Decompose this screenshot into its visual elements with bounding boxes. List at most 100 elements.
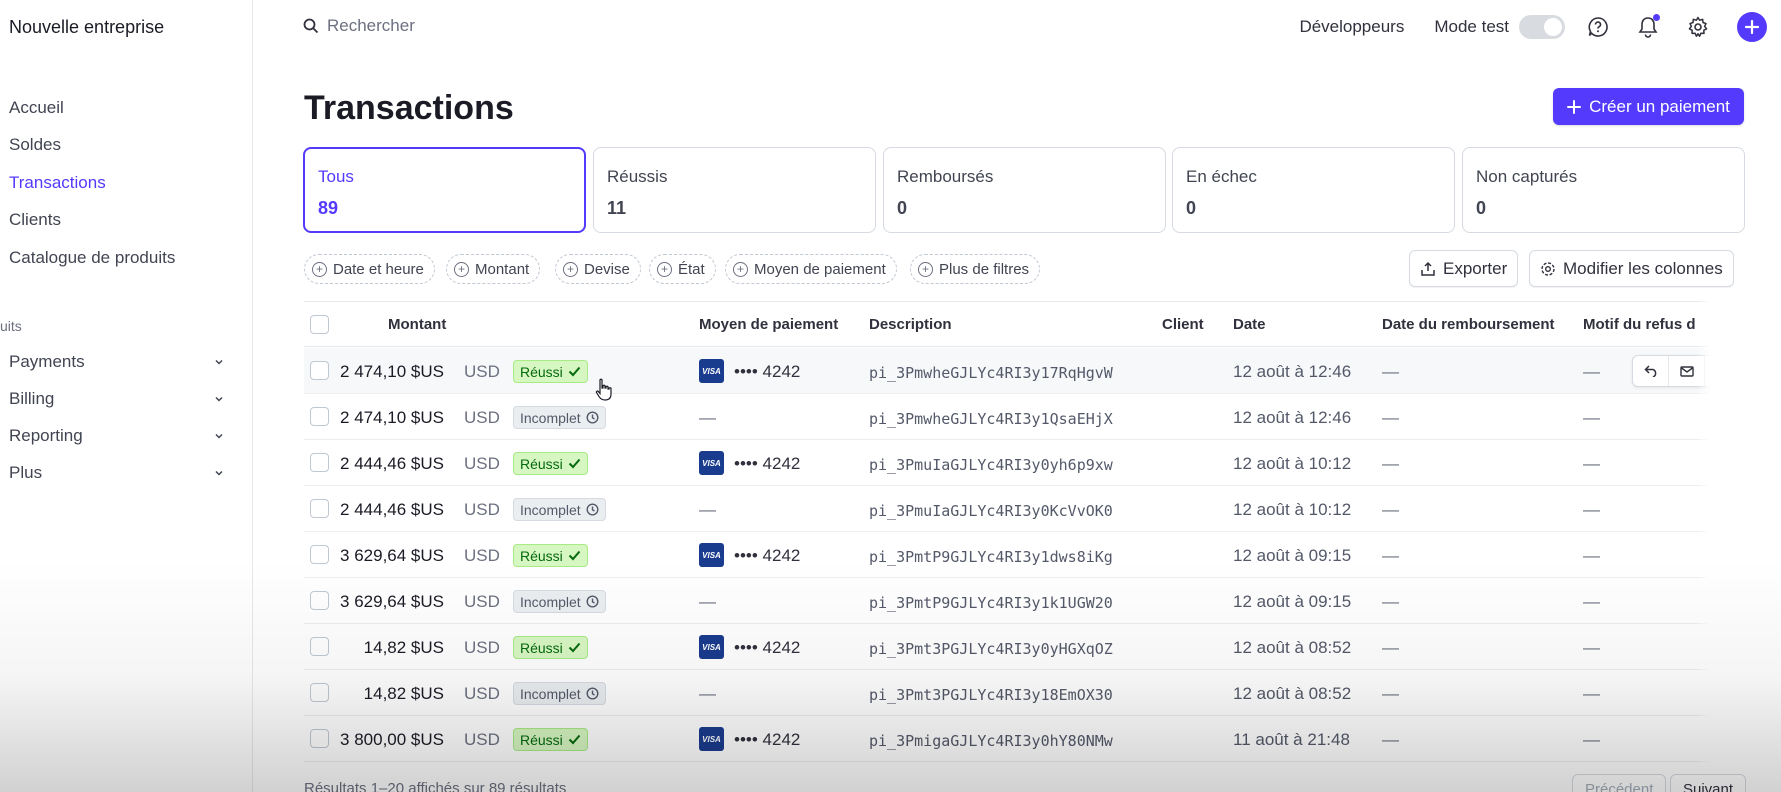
- card-last4: •••• 4242: [734, 362, 801, 381]
- visa-icon: VISA: [699, 451, 724, 475]
- search-input[interactable]: Rechercher: [303, 16, 415, 36]
- refund-date-cell: —: [1382, 730, 1399, 749]
- payment-method-empty: —: [699, 592, 716, 611]
- date-cell: 12 août à 08:52: [1233, 684, 1352, 703]
- currency-cell: USD: [464, 362, 500, 381]
- decline-reason-cell: —: [1583, 730, 1600, 749]
- table-row[interactable]: 2 444,46 $US USD Réussi VISA •••• 4242 pi_3Pm…: [304, 440, 1744, 486]
- select-all-checkbox[interactable]: [310, 315, 329, 334]
- export-button[interactable]: Exporter: [1409, 250, 1519, 287]
- table-row[interactable]: 3 629,64 $US USD Incomplet — pi_3PmtP9GJLYc4…: [304, 578, 1744, 624]
- status-label: Réussi: [520, 639, 563, 656]
- tab-count: 0: [1186, 198, 1197, 218]
- payment-method-empty: —: [699, 408, 716, 427]
- status-label: Incomplet: [520, 593, 581, 610]
- table-row[interactable]: 3 629,64 $US USD Réussi VISA •••• 4242 pi_3Pm…: [304, 532, 1744, 578]
- tab-refunded[interactable]: Remboursés 0: [883, 147, 1166, 233]
- filter-currency[interactable]: + Devise: [555, 254, 641, 284]
- decline-reason-cell: —: [1583, 408, 1600, 427]
- sidebar-item-accueil[interactable]: Accueil: [9, 98, 64, 118]
- column-description[interactable]: Description: [869, 316, 952, 333]
- plus-icon[interactable]: [1737, 12, 1767, 42]
- chevron-down-icon: [215, 470, 223, 476]
- filter-payment-method[interactable]: + Moyen de paiement: [725, 254, 897, 284]
- description-cell: pi_3PmuIaGJLYc4RI3y0yh6p9xw: [869, 456, 1113, 474]
- gear-icon: [1541, 261, 1555, 276]
- payment-method-empty: —: [699, 684, 716, 703]
- developers-link[interactable]: Développeurs: [1299, 17, 1404, 37]
- refund-date-cell: —: [1382, 454, 1399, 473]
- add-circle-icon: +: [657, 261, 672, 277]
- create-payment-button[interactable]: Créer un paiement: [1553, 88, 1744, 125]
- column-decline-reason[interactable]: Motif du refus d: [1583, 316, 1695, 333]
- visa-icon: VISA: [699, 727, 724, 751]
- table-row[interactable]: 14,82 $US USD Incomplet — pi_3Pmt3PGJLYc4RI3…: [304, 670, 1744, 716]
- decline-reason-cell: —: [1583, 638, 1600, 657]
- refund-icon[interactable]: [1633, 356, 1669, 386]
- tab-succeeded[interactable]: Réussis 11: [593, 147, 876, 233]
- description-cell: pi_3PmtP9GJLYc4RI3y1dws8iKg: [869, 548, 1113, 566]
- card-last4: •••• 4242: [734, 454, 801, 473]
- sidebar-item-soldes[interactable]: Soldes: [9, 135, 61, 155]
- column-date[interactable]: Date: [1233, 316, 1266, 333]
- edit-columns-button[interactable]: Modifier les colonnes: [1529, 250, 1734, 287]
- description-cell: pi_3Pmt3PGJLYc4RI3y0yHGXqOZ: [869, 640, 1113, 658]
- currency-cell: USD: [464, 592, 500, 611]
- amount-cell: 3 629,64 $US: [340, 592, 444, 611]
- sidebar-item-label: Reporting: [9, 426, 83, 445]
- tab-label: Remboursés: [897, 167, 994, 186]
- card-last4: •••• 4242: [734, 730, 801, 749]
- company-name[interactable]: Nouvelle entreprise: [9, 17, 164, 38]
- sidebar-item-transactions[interactable]: Transactions: [9, 173, 106, 193]
- check-icon: [568, 734, 581, 745]
- tab-uncaptured[interactable]: Non capturés 0: [1462, 147, 1745, 233]
- decline-reason-cell: —: [1583, 362, 1600, 381]
- filter-amount[interactable]: + Montant: [446, 254, 541, 284]
- description-cell: pi_3PmuIaGJLYc4RI3y0KcVvOK0: [869, 502, 1113, 520]
- test-mode-toggle[interactable]: [1519, 15, 1565, 39]
- sidebar-item-reporting[interactable]: Reporting: [9, 426, 224, 446]
- status-label: Réussi: [520, 731, 563, 748]
- refund-date-cell: —: [1382, 500, 1399, 519]
- help-icon[interactable]: [1587, 16, 1609, 38]
- column-refund-date[interactable]: Date du remboursement: [1382, 316, 1555, 333]
- previous-page-button[interactable]: Précédent: [1572, 774, 1667, 792]
- tab-count: 11: [607, 198, 627, 218]
- export-label: Exporter: [1443, 258, 1508, 278]
- column-amount[interactable]: Montant: [388, 316, 446, 333]
- tab-all[interactable]: Tous 89: [303, 147, 586, 233]
- filter-more[interactable]: + Plus de filtres: [910, 254, 1041, 284]
- status-label: Incomplet: [520, 409, 581, 426]
- filter-label: Moyen de paiement: [754, 260, 886, 278]
- table-row[interactable]: 2 474,10 $US USD Incomplet — pi_3PmwheGJLYc4…: [304, 394, 1744, 440]
- column-client[interactable]: Client: [1162, 316, 1204, 333]
- sidebar-item-clients[interactable]: Clients: [9, 210, 61, 230]
- sidebar-item-catalogue[interactable]: Catalogue de produits: [9, 248, 175, 268]
- gear-icon[interactable]: [1687, 16, 1709, 38]
- search-icon: [303, 18, 319, 34]
- column-payment-method[interactable]: Moyen de paiement: [699, 316, 838, 333]
- tab-count: 89: [318, 198, 339, 218]
- refund-date-cell: —: [1382, 362, 1399, 381]
- table-row[interactable]: 14,82 $US USD Réussi VISA •••• 4242 pi_3Pmt3P…: [304, 624, 1744, 670]
- table-row[interactable]: 2 444,46 $US USD Incomplet — pi_3PmuIaGJLYc4…: [304, 486, 1744, 532]
- currency-cell: USD: [464, 500, 500, 519]
- chevron-down-icon: [215, 433, 223, 439]
- visa-icon: VISA: [699, 635, 724, 659]
- status-badge: Incomplet: [513, 406, 606, 429]
- sidebar-item-billing[interactable]: Billing: [9, 389, 224, 409]
- status-label: Incomplet: [520, 685, 581, 702]
- sidebar-item-payments[interactable]: Payments: [9, 352, 224, 372]
- filter-status[interactable]: + État: [649, 254, 716, 284]
- amount-cell: 3 800,00 $US: [340, 730, 444, 749]
- tab-failed[interactable]: En échec 0: [1172, 147, 1455, 233]
- filter-date[interactable]: + Date et heure: [304, 254, 435, 284]
- table-row[interactable]: 2 474,10 $US USD Réussi VISA •••• 4242 pi_3Pm…: [304, 348, 1744, 394]
- bell-icon[interactable]: [1637, 14, 1660, 38]
- sidebar-item-plus[interactable]: Plus: [9, 463, 224, 483]
- check-icon: [568, 550, 581, 561]
- table-row[interactable]: 3 800,00 $US USD Réussi VISA •••• 4242 pi_3Pm…: [304, 716, 1744, 762]
- decline-reason-cell: —: [1583, 500, 1600, 519]
- next-page-button[interactable]: Suivant: [1670, 774, 1747, 792]
- filter-label: Date et heure: [333, 260, 424, 278]
